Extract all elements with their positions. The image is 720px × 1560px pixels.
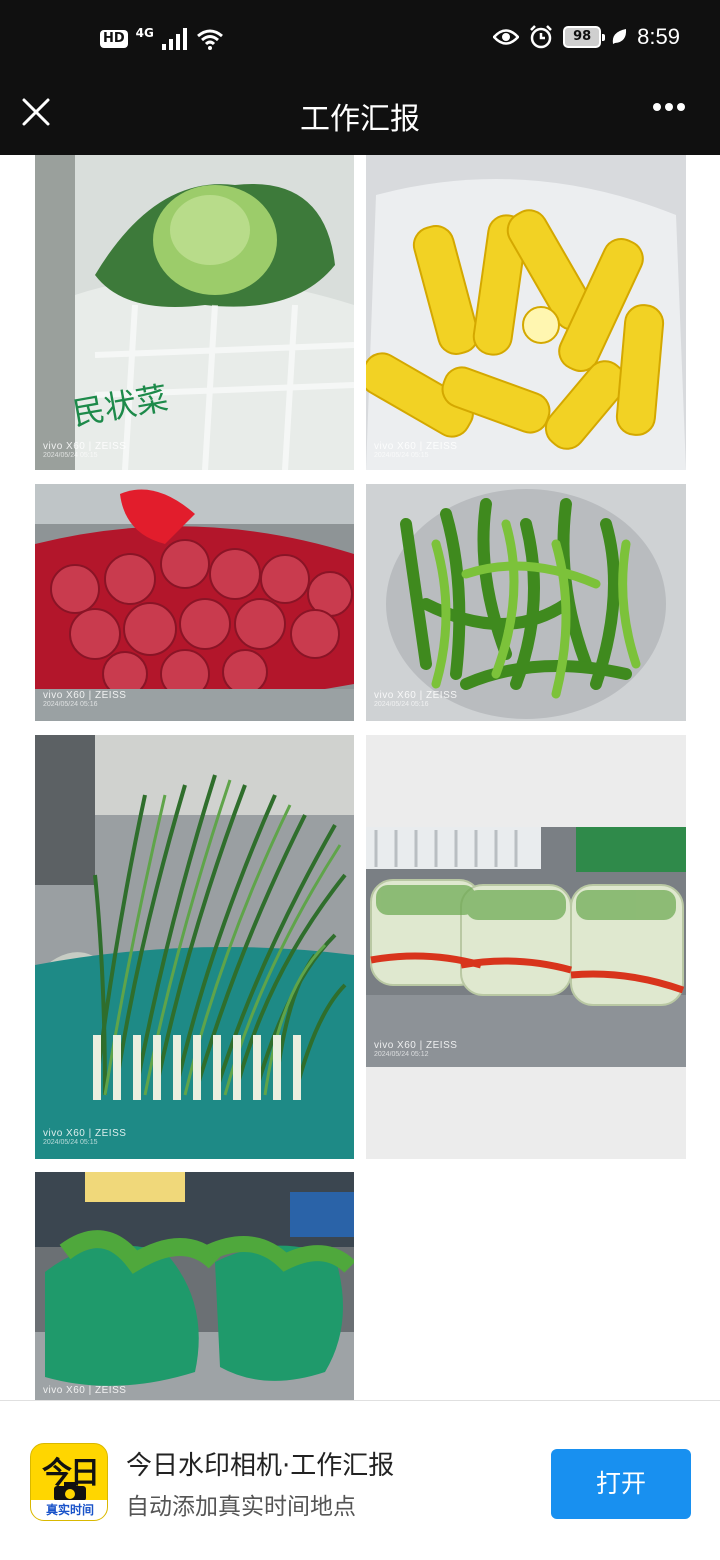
watermark-date: 2024/05/24 05:15 xyxy=(374,452,429,460)
photo-watermark: vivo X60 | ZEISS 2024/05/24 05:15 xyxy=(374,441,457,460)
watermark-brand: vivo X60 | ZEISS xyxy=(374,1040,458,1051)
signal-icon xyxy=(161,28,187,50)
watermark-brand: vivo X60 | ZEISS xyxy=(374,690,458,702)
corn-image xyxy=(366,155,686,470)
app-description: 自动添加真实时间地点 xyxy=(126,1494,356,1520)
status-bar: HD 4G 98 8:59 xyxy=(0,0,720,84)
greens-bags-image xyxy=(35,1172,354,1400)
photo-corn[interactable]: vivo X60 | ZEISS 2024/05/24 05:15 xyxy=(366,155,686,470)
photo-watermark: vivo X60 | ZEISS xyxy=(43,1385,126,1396)
status-left: HD 4G xyxy=(100,26,224,50)
onions-image xyxy=(35,484,354,721)
watermark-date: 2024/05/24 05:15 xyxy=(43,452,98,460)
watermark-brand: vivo X60 | ZEISS xyxy=(43,1385,127,1396)
app-name: 今日水印相机·工作汇报 xyxy=(126,1451,395,1481)
green-onions-image xyxy=(35,735,354,1159)
photo-peppers[interactable]: vivo X60 | ZEISS 2024/05/24 05:16 xyxy=(366,484,686,721)
watermark-brand: vivo X60 | ZEISS xyxy=(43,441,127,453)
cabbage-image: 民状菜 xyxy=(35,155,354,470)
watermark-date: 2024/05/24 05:16 xyxy=(43,701,98,709)
photo-watermark: vivo X60 | ZEISS 2024/05/24 05:15 xyxy=(43,1128,126,1147)
photo-onions[interactable]: vivo X60 | ZEISS 2024/05/24 05:16 xyxy=(35,484,354,721)
status-right: 98 8:59 xyxy=(493,24,680,50)
watermark-brand: vivo X60 | ZEISS xyxy=(374,441,458,453)
peppers-image xyxy=(366,484,686,721)
photo-watermark: vivo X60 | ZEISS 2024/05/24 05:16 xyxy=(374,690,457,709)
page-title: 工作汇报 xyxy=(300,102,420,137)
photo-greens-bags[interactable]: vivo X60 | ZEISS xyxy=(35,1172,354,1400)
watermark-date: 2024/05/24 05:12 xyxy=(374,1051,429,1058)
photo-watermark: vivo X60 | ZEISS 2024/05/24 05:16 xyxy=(43,690,126,709)
open-app-button[interactable]: 打开 xyxy=(551,1449,691,1519)
photo-celery[interactable]: vivo X60 | ZEISS 2024/05/24 05:12 xyxy=(366,735,686,1159)
camera-icon xyxy=(54,1482,86,1501)
watermark-date: 2024/05/24 05:16 xyxy=(374,701,429,709)
hd-badge: HD xyxy=(100,30,128,48)
app-icon[interactable]: 今日 真实时间 xyxy=(30,1443,108,1521)
app-promo-banner: 今日 真实时间 今日水印相机·工作汇报 自动添加真实时间地点 打开 xyxy=(0,1400,720,1560)
watermark-brand: vivo X60 | ZEISS xyxy=(43,690,127,702)
more-options-icon[interactable] xyxy=(652,102,686,112)
nav-bar: 工作汇报 xyxy=(0,84,720,155)
photo-watermark: vivo X60 | ZEISS 2024/05/24 05:15 xyxy=(43,441,126,460)
alarm-icon xyxy=(530,25,553,49)
battery-indicator: 98 xyxy=(563,26,606,48)
leaf-icon xyxy=(612,29,627,44)
watermark-brand: vivo X60 | ZEISS xyxy=(43,1128,127,1140)
photo-cabbage[interactable]: 民状菜 vivo X60 | ZEISS 2024/05/24 05:15 xyxy=(35,155,354,470)
watermark-date: 2024/05/24 05:15 xyxy=(43,1139,98,1147)
celery-image xyxy=(366,735,686,1159)
app-icon-strip: 真实时间 xyxy=(31,1500,107,1520)
clock: 8:59 xyxy=(637,24,680,49)
photo-watermark: vivo X60 | ZEISS 2024/05/24 05:12 xyxy=(374,1040,457,1059)
network-type: 4G xyxy=(135,26,154,40)
eye-icon xyxy=(493,29,520,45)
wifi-icon xyxy=(196,29,223,50)
photo-green-onions[interactable]: vivo X60 | ZEISS 2024/05/24 05:15 xyxy=(35,735,354,1159)
